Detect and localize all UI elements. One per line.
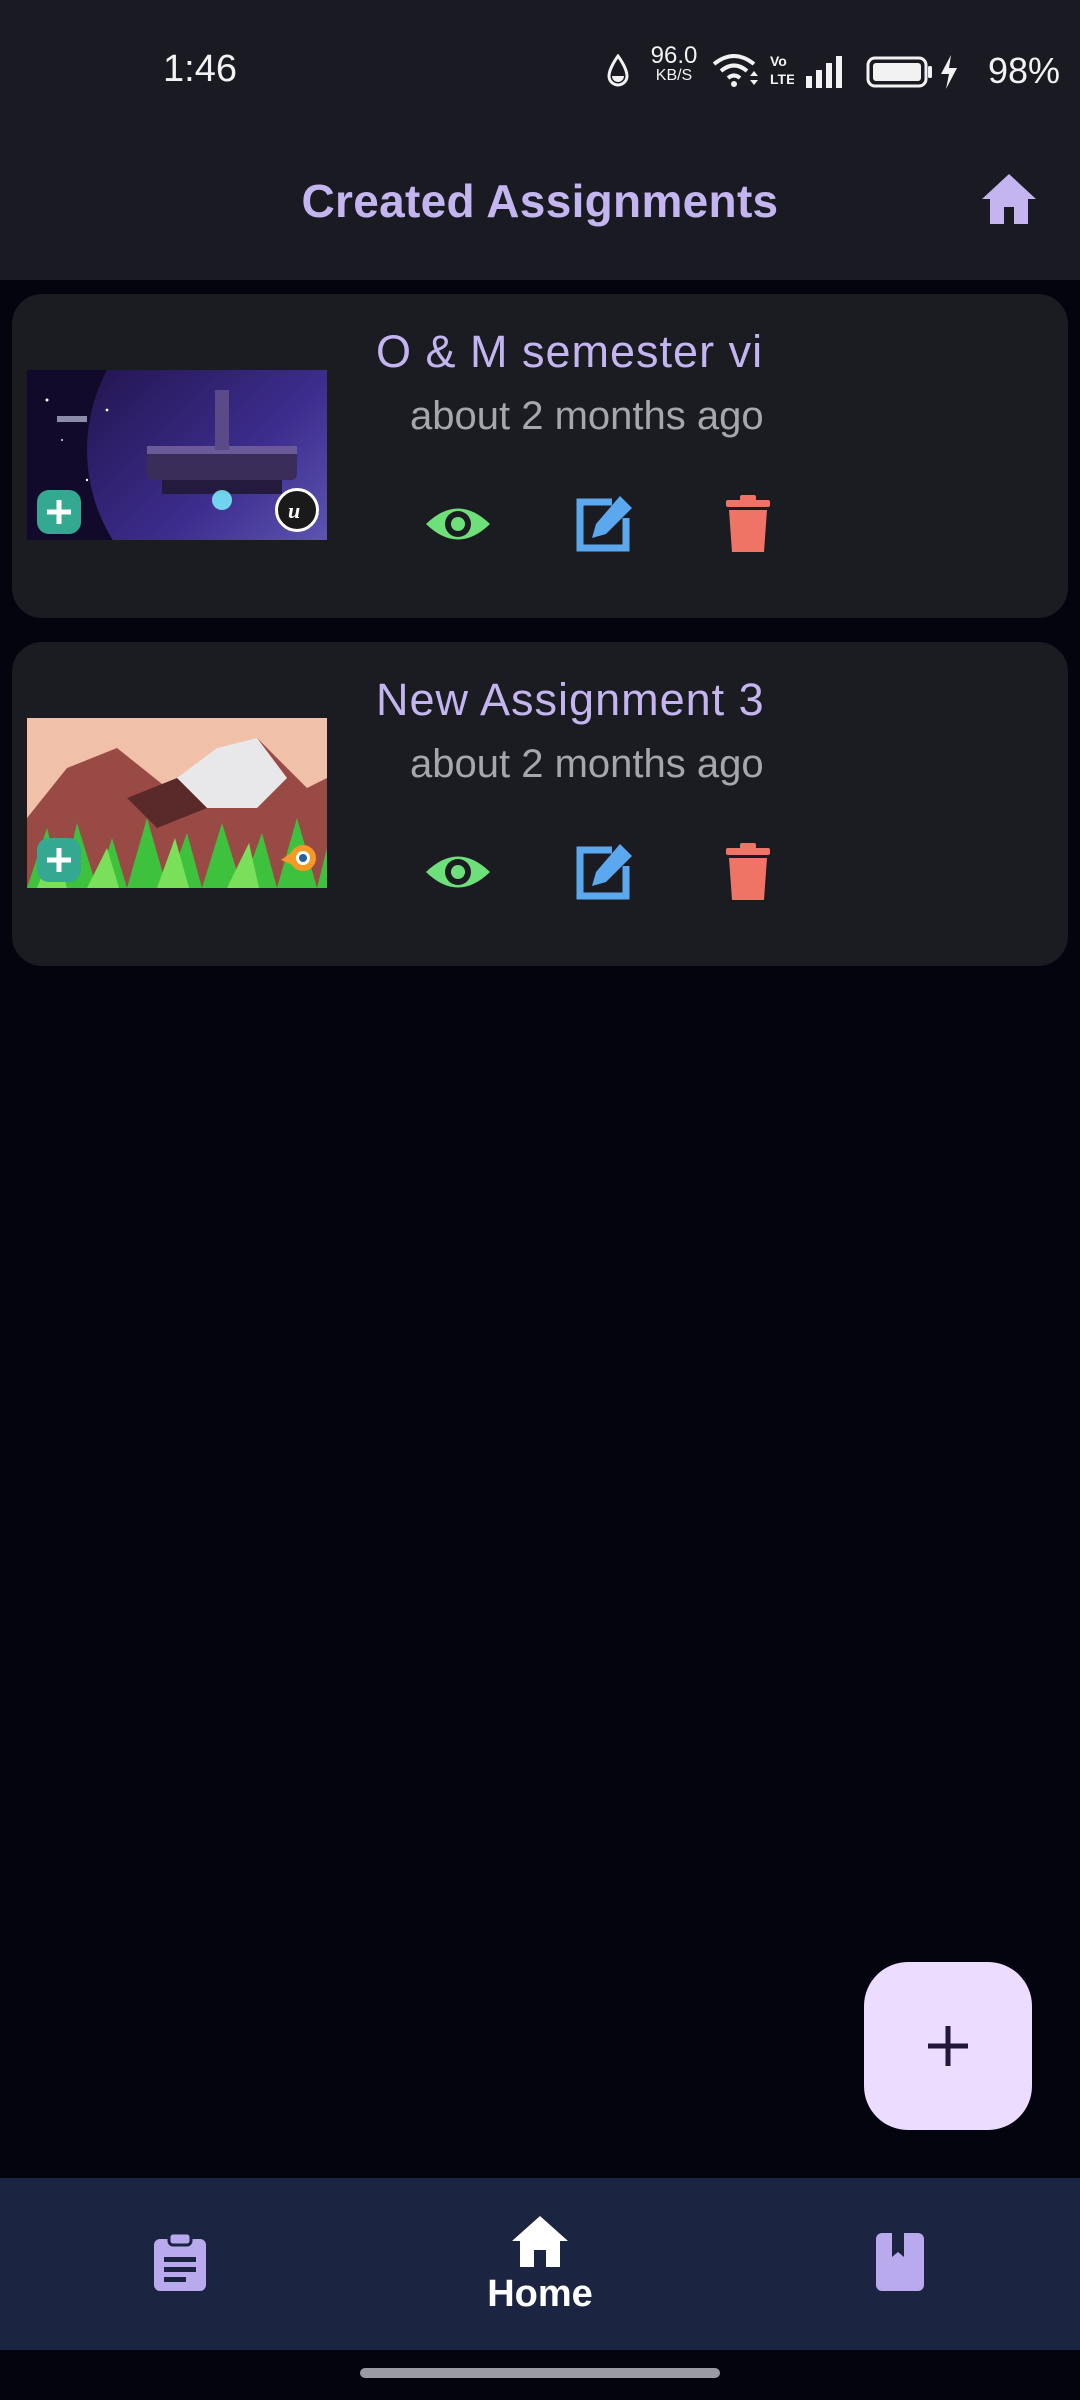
page-title: Created Assignments — [301, 175, 779, 227]
status-time: 1:46 — [163, 48, 237, 90]
svg-text:LTE: LTE — [770, 71, 794, 87]
nav-item-home[interactable]: Home — [460, 2178, 620, 2350]
eye-icon — [426, 856, 490, 888]
assignment-icon — [154, 2231, 206, 2291]
net-speed-unit: KB/S — [655, 67, 693, 84]
bottom-nav: Home — [0, 2178, 1080, 2350]
add-assignment-button[interactable] — [864, 1962, 1032, 2130]
water-drop-icon — [607, 54, 629, 87]
assignment-thumbnail: u — [27, 370, 327, 540]
assignment-title: New Assignment 3 — [376, 674, 765, 725]
nav-label-home: Home — [487, 2272, 593, 2315]
delete-button[interactable] — [708, 484, 788, 564]
view-button[interactable] — [418, 484, 498, 564]
nav-item-library[interactable] — [840, 2178, 960, 2350]
battery-icon — [866, 56, 932, 88]
book-icon — [876, 2233, 924, 2291]
home-button[interactable] — [976, 166, 1042, 232]
home-icon — [982, 174, 1036, 224]
status-icons: 96.0 KB/S Vo LTE 98% — [560, 42, 1080, 98]
svg-text:Vo: Vo — [770, 53, 787, 69]
card-actions — [412, 832, 772, 912]
view-button[interactable] — [418, 832, 498, 912]
net-speed-value: 96.0 — [650, 42, 698, 69]
delete-button[interactable] — [708, 832, 788, 912]
assignment-card[interactable]: New Assignment 3 about 2 months ago — [12, 642, 1068, 966]
gesture-home-indicator[interactable] — [360, 2368, 720, 2378]
app-badge-icon — [37, 838, 81, 882]
unreal-engine-logo: u — [275, 488, 319, 532]
assignment-card[interactable]: u O & M semester vi about 2 months ago — [12, 294, 1068, 618]
plus-icon — [928, 2026, 968, 2066]
blender-logo — [277, 836, 321, 880]
status-bar: 1:46 96.0 KB/S Vo LTE 98% — [0, 0, 1080, 140]
wifi-icon — [712, 54, 758, 87]
net-speed: 96.0 KB/S — [646, 42, 702, 86]
assignment-title: O & M semester vi — [376, 326, 764, 377]
nav-item-assignments[interactable] — [120, 2178, 240, 2350]
assignment-thumbnail — [27, 718, 327, 888]
home-icon — [512, 2215, 568, 2267]
app-badge-icon — [37, 490, 81, 534]
app-bar: Created Assignments — [0, 140, 1080, 280]
edit-icon — [576, 496, 632, 552]
edit-button[interactable] — [564, 484, 644, 564]
eye-icon — [426, 508, 490, 540]
trash-icon — [726, 843, 770, 900]
charging-icon — [941, 55, 957, 89]
signal-icon — [806, 56, 842, 88]
assignment-time: about 2 months ago — [410, 394, 764, 438]
volte-icon: Vo LTE — [770, 53, 794, 87]
assignment-time: about 2 months ago — [410, 742, 764, 786]
edit-icon — [576, 844, 632, 900]
trash-icon — [726, 495, 770, 552]
card-actions — [412, 484, 772, 564]
battery-percent: 98% — [987, 50, 1060, 91]
svg-text:u: u — [288, 498, 300, 523]
edit-button[interactable] — [564, 832, 644, 912]
